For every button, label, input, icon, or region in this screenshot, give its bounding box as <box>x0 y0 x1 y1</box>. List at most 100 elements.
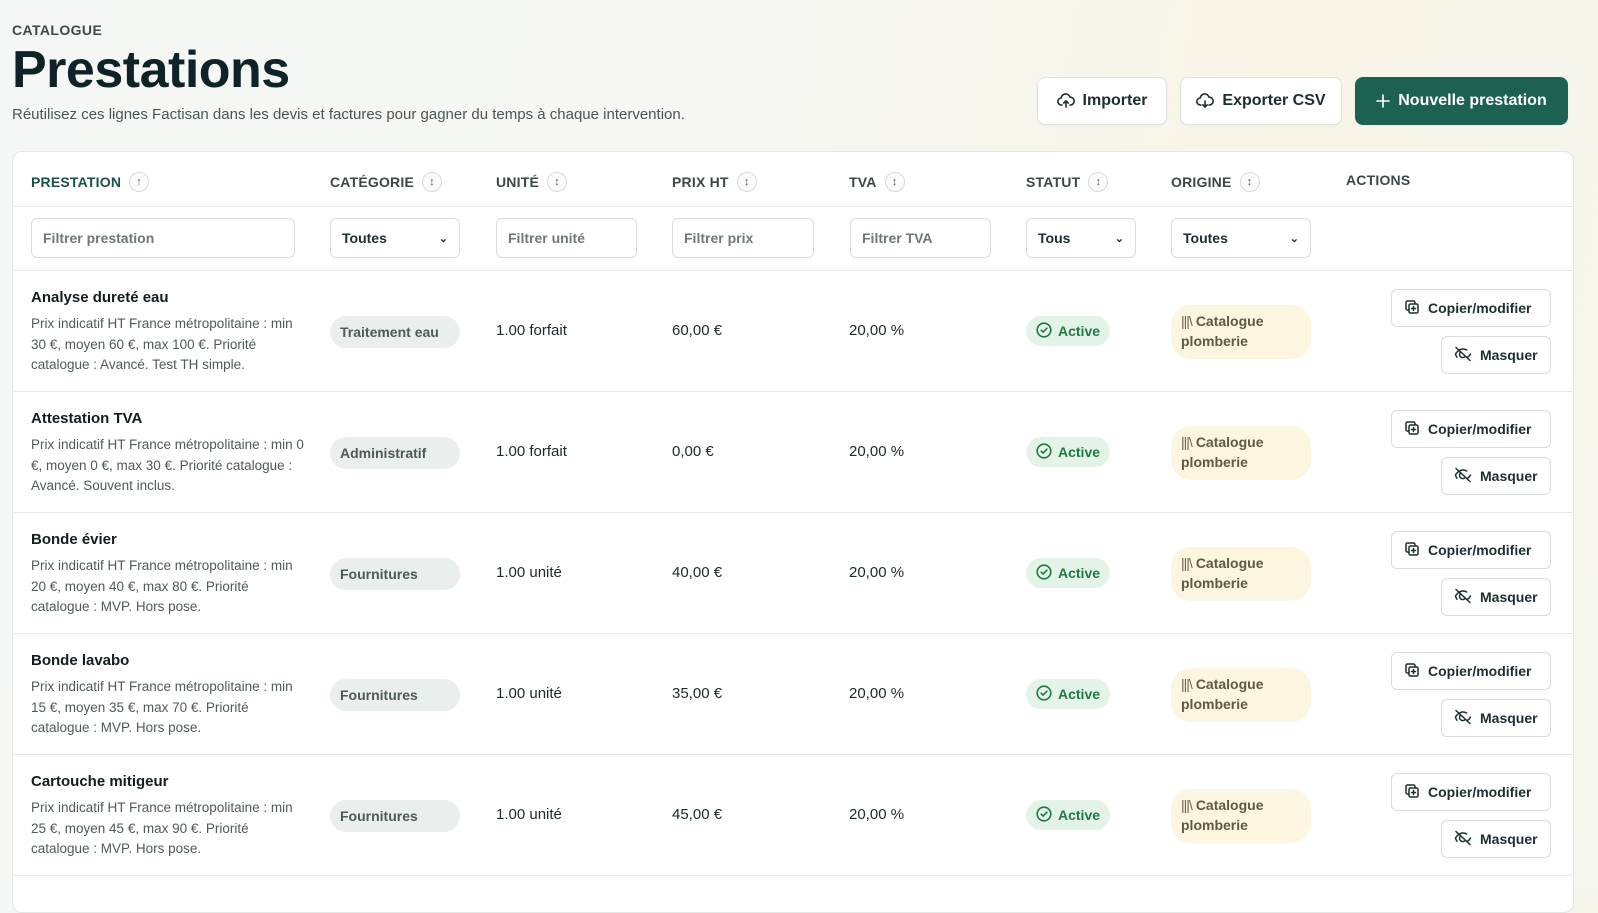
hide-label: Masquer <box>1480 831 1538 847</box>
filter-tva-input[interactable] <box>850 218 991 258</box>
column-header-origine[interactable]: ORIGINE ↕ <box>1171 172 1260 192</box>
price-cell: 35,00 € <box>672 685 723 702</box>
status-badge: Active <box>1026 679 1111 709</box>
page-subtitle: Réutilisez ces lignes Factisan dans les … <box>12 106 685 123</box>
category-badge: Administratif <box>330 437 460 469</box>
hide-button[interactable]: Masquer <box>1441 336 1551 374</box>
hide-button[interactable]: Masquer <box>1441 457 1551 495</box>
sort-icon[interactable]: ↕ <box>1088 172 1109 192</box>
copy-icon <box>1404 783 1420 802</box>
copy-icon <box>1404 541 1420 560</box>
table-header-row: PRESTATION ↑ CATÉGORIE ↕ UNITÉ ↕ PRIX HT… <box>13 152 1573 207</box>
category-badge: Fournitures <box>330 800 460 832</box>
column-header-prestation[interactable]: PRESTATION ↑ <box>31 172 150 192</box>
origin-badge: |||\ Catalogue plomberie <box>1171 426 1311 480</box>
import-button[interactable]: Importer <box>1037 77 1167 125</box>
prestation-description: Prix indicatif HT France métropolitaine … <box>31 800 293 856</box>
filter-statut-select[interactable]: Tous ⌄ <box>1026 218 1136 258</box>
sort-icon[interactable]: ↕ <box>547 172 567 192</box>
eye-off-icon <box>1454 709 1472 728</box>
copy-edit-label: Copier/modifier <box>1428 784 1532 800</box>
hide-button[interactable]: Masquer <box>1441 820 1551 858</box>
hide-label: Masquer <box>1480 589 1538 605</box>
price-cell: 45,00 € <box>672 806 723 823</box>
status-badge: Active <box>1026 558 1111 588</box>
origin-label: Catalogue plomberie <box>1181 555 1264 591</box>
unit-cell: 1.00 unité <box>496 806 562 823</box>
library-icon: |||\ <box>1181 555 1193 571</box>
page-title: Prestations <box>12 41 290 99</box>
status-label: Active <box>1058 565 1101 581</box>
table-row: Bonde évier Prix indicatif HT France mét… <box>13 513 1573 634</box>
origin-label: Catalogue plomberie <box>1181 797 1264 833</box>
copy-edit-button[interactable]: Copier/modifier <box>1391 773 1551 811</box>
prestation-description: Prix indicatif HT France métropolitaine … <box>31 558 293 614</box>
status-label: Active <box>1058 807 1101 823</box>
copy-edit-button[interactable]: Copier/modifier <box>1391 289 1551 327</box>
new-prestation-button-label: Nouvelle prestation <box>1398 92 1547 109</box>
origin-badge: |||\ Catalogue plomberie <box>1171 789 1311 843</box>
prestation-description: Prix indicatif HT France métropolitaine … <box>31 437 304 493</box>
sort-asc-icon[interactable]: ↑ <box>129 172 150 192</box>
origin-label: Catalogue plomberie <box>1181 434 1264 470</box>
column-header-unite[interactable]: UNITÉ ↕ <box>496 172 567 192</box>
tva-cell: 20,00 % <box>849 322 905 339</box>
library-icon: |||\ <box>1181 797 1193 813</box>
eye-off-icon <box>1454 588 1472 607</box>
tva-cell: 20,00 % <box>849 806 905 823</box>
filter-prix-input[interactable] <box>672 218 814 258</box>
page-header: CATALOGUE Prestations Réutilisez ces lig… <box>12 0 1598 150</box>
tva-cell: 20,00 % <box>849 564 905 581</box>
export-csv-button[interactable]: Exporter CSV <box>1180 77 1342 125</box>
unit-cell: 1.00 forfait <box>496 322 567 339</box>
copy-edit-label: Copier/modifier <box>1428 300 1532 316</box>
price-cell: 40,00 € <box>672 564 723 581</box>
status-label: Active <box>1058 686 1101 702</box>
copy-edit-button[interactable]: Copier/modifier <box>1391 531 1551 569</box>
copy-icon <box>1404 420 1420 439</box>
prestation-name: Bonde lavabo <box>31 652 130 669</box>
check-circle-icon <box>1036 321 1052 341</box>
chevron-down-icon: ⌄ <box>438 232 448 245</box>
copy-edit-button[interactable]: Copier/modifier <box>1391 652 1551 690</box>
hide-button[interactable]: Masquer <box>1441 699 1551 737</box>
copy-icon <box>1404 299 1420 318</box>
check-circle-icon <box>1036 805 1052 825</box>
origin-label: Catalogue plomberie <box>1181 313 1264 349</box>
sort-icon[interactable]: ↕ <box>736 172 757 192</box>
column-header-tva[interactable]: TVA ↕ <box>849 172 905 192</box>
eye-off-icon <box>1454 830 1472 849</box>
table-row: Bonde lavabo Prix indicatif HT France mé… <box>13 634 1573 755</box>
filter-origine-select[interactable]: Toutes ⌄ <box>1171 218 1311 258</box>
unit-cell: 1.00 unité <box>496 564 562 581</box>
hide-button[interactable]: Masquer <box>1441 578 1551 616</box>
copy-edit-button[interactable]: Copier/modifier <box>1391 410 1551 448</box>
prestation-name: Bonde évier <box>31 531 117 548</box>
column-header-prix-ht[interactable]: PRIX HT ↕ <box>672 172 757 192</box>
hide-label: Masquer <box>1480 468 1538 484</box>
column-header-categorie[interactable]: CATÉGORIE ↕ <box>330 172 442 192</box>
library-icon: |||\ <box>1181 313 1193 329</box>
sort-icon[interactable]: ↕ <box>422 172 442 192</box>
sort-icon[interactable]: ↕ <box>1239 172 1260 192</box>
origin-badge: |||\ Catalogue plomberie <box>1171 305 1311 359</box>
filter-unite-input[interactable] <box>496 218 637 258</box>
prestations-table: PRESTATION ↑ CATÉGORIE ↕ UNITÉ ↕ PRIX HT… <box>12 151 1574 913</box>
copy-icon <box>1404 662 1420 681</box>
page-eyebrow: CATALOGUE <box>12 22 103 38</box>
hide-label: Masquer <box>1480 347 1538 363</box>
eye-off-icon <box>1454 467 1472 486</box>
prestation-description: Prix indicatif HT France métropolitaine … <box>31 679 293 735</box>
prestation-description: Prix indicatif HT France métropolitaine … <box>31 316 293 372</box>
filter-categorie-select[interactable]: Toutes ⌄ <box>330 218 460 258</box>
library-icon: |||\ <box>1181 434 1193 450</box>
filter-prestation-input[interactable] <box>31 218 295 258</box>
status-badge: Active <box>1026 316 1111 346</box>
prestation-name: Cartouche mitigeur <box>31 773 169 790</box>
sort-icon[interactable]: ↕ <box>884 172 905 192</box>
plus-icon <box>1376 94 1391 108</box>
category-badge: Fournitures <box>330 558 460 590</box>
check-circle-icon <box>1036 684 1052 704</box>
new-prestation-button[interactable]: Nouvelle prestation <box>1355 77 1568 125</box>
column-header-statut[interactable]: STATUT ↕ <box>1026 172 1109 192</box>
